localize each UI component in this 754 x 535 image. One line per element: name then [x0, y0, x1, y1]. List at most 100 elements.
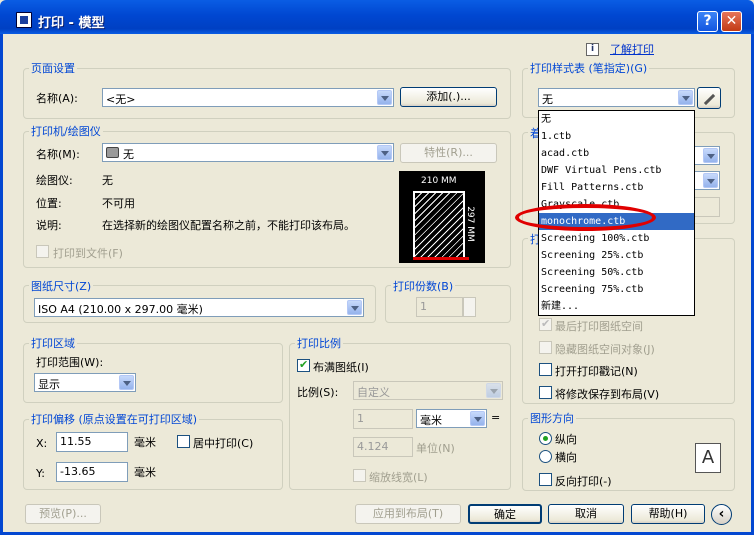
print-to-file-checkbox[interactable] [36, 245, 49, 258]
help-button[interactable]: 帮助(H) [631, 504, 705, 524]
list-item[interactable]: Screening 50%.ctb [539, 264, 694, 281]
paper-preview: 210 MM 297 MM [399, 171, 485, 263]
properties-button[interactable]: 特性(R)... [400, 143, 497, 163]
plot-scale-title: 打印比例 [295, 335, 343, 351]
chevron-down-icon[interactable] [486, 383, 501, 398]
hide-objects-checkbox[interactable] [539, 341, 552, 354]
learn-print-link[interactable]: 了解打印 [610, 41, 654, 57]
chevron-down-icon[interactable] [470, 411, 485, 426]
help-icon[interactable]: ? [697, 11, 718, 32]
plotter-value: 无 [102, 174, 113, 187]
apply-layout-button[interactable]: 应用到布局(T) [355, 504, 461, 524]
chevron-down-icon[interactable] [119, 375, 134, 390]
scale-unit-combo[interactable]: 毫米 [416, 409, 487, 428]
info-icon: i [586, 43, 599, 56]
cancel-button[interactable]: 取消 [548, 504, 624, 524]
preview-height-label: 297 MM [464, 206, 475, 242]
chevron-down-icon[interactable] [703, 148, 718, 163]
close-icon[interactable]: ✕ [721, 11, 742, 32]
center-plot-label: 居中打印(C) [193, 437, 254, 450]
chevron-down-icon[interactable] [377, 90, 392, 105]
scale-unit-value: 毫米 [420, 414, 442, 427]
scale-equals: = [491, 411, 501, 424]
landscape-label: 横向 [555, 451, 577, 464]
y-offset-input[interactable]: -13.65 [56, 462, 128, 482]
portrait-radio[interactable] [539, 432, 552, 445]
orientation-title: 图形方向 [528, 410, 576, 426]
collapse-options-button[interactable]: ‹ [711, 504, 732, 525]
last-paper-checkbox[interactable] [539, 317, 552, 331]
preview-button[interactable]: 预览(P)... [25, 504, 101, 524]
plot-stamp-checkbox[interactable] [539, 363, 552, 376]
scale-num2-input[interactable]: 4.124 [353, 437, 413, 457]
description-value: 在选择新的绘图仪配置名称之前，不能打印该布局。 [102, 219, 355, 232]
style-table-value: 无 [542, 93, 553, 106]
fit-to-paper-label: 布满图纸(I) [313, 361, 369, 374]
list-item[interactable]: acad.ctb [539, 145, 694, 162]
page-setup-title: 页面设置 [29, 60, 77, 76]
landscape-radio[interactable] [539, 450, 552, 463]
scale-num1-input[interactable]: 1 [353, 409, 413, 429]
plot-range-value: 显示 [38, 378, 60, 391]
app-icon [16, 12, 32, 28]
list-item[interactable]: Fill Patterns.ctb [539, 179, 694, 196]
edit-style-button[interactable] [697, 87, 721, 109]
plot-range-combo[interactable]: 显示 [34, 373, 136, 392]
plot-range-label: 打印范围(W): [36, 356, 104, 369]
paper-size-value: ISO A4 (210.00 x 297.00 毫米) [38, 303, 203, 316]
plotter-label: 绘图仪: [36, 174, 73, 187]
y-offset-label: Y: [36, 467, 45, 480]
page-setup-combo[interactable]: <无> [102, 88, 394, 107]
list-item[interactable]: DWF Virtual Pens.ctb [539, 162, 694, 179]
list-item[interactable]: Screening 100%.ctb [539, 230, 694, 247]
printer-name-label: 名称(M): [36, 148, 80, 161]
paper-size-combo[interactable]: ISO A4 (210.00 x 297.00 毫米) [34, 298, 364, 317]
y-offset-unit: 毫米 [134, 466, 156, 479]
preview-width-label: 210 MM [421, 176, 457, 186]
location-label: 位置: [36, 197, 62, 210]
chevron-down-icon[interactable] [703, 173, 718, 188]
copies-input[interactable]: 1 [416, 297, 463, 317]
scale-combo[interactable]: 自定义 [353, 381, 503, 400]
location-value: 不可用 [102, 197, 135, 210]
preview-margin-line [413, 257, 469, 260]
list-item[interactable]: 新建... [539, 298, 694, 315]
save-changes-label: 将修改保存到布局(V) [555, 388, 660, 401]
title-bar [0, 0, 754, 34]
list-item[interactable]: Screening 25%.ctb [539, 247, 694, 264]
preview-paper [413, 191, 465, 259]
chevron-down-icon[interactable] [377, 145, 392, 160]
reverse-print-label: 反向打印(-) [555, 475, 612, 488]
page-setup-name-label: 名称(A): [36, 92, 78, 105]
pen-icon [703, 93, 716, 106]
printer-title: 打印机/绘图仪 [29, 123, 103, 139]
plot-area-title: 打印区域 [29, 335, 77, 351]
list-item[interactable]: 1.ctb [539, 128, 694, 145]
center-plot-checkbox[interactable] [177, 435, 190, 448]
list-item[interactable]: Screening 75%.ctb [539, 281, 694, 298]
portrait-label: 纵向 [555, 433, 577, 446]
chevron-down-icon[interactable] [678, 90, 693, 105]
copies-spinner[interactable] [463, 297, 476, 317]
scale-lineweight-checkbox[interactable] [353, 469, 366, 482]
plot-offset-title: 打印偏移 (原点设置在可打印区域) [29, 411, 200, 427]
ok-button[interactable]: 确定 [468, 504, 542, 524]
print-to-file-label: 打印到文件(F) [53, 247, 123, 260]
plot-stamp-label: 打开打印戳记(N) [555, 365, 638, 378]
style-table-combo[interactable]: 无 [538, 88, 695, 107]
x-offset-input[interactable]: 11.55 [56, 432, 128, 452]
add-button[interactable]: 添加(.)... [400, 87, 497, 107]
printer-combo[interactable]: 无 [102, 143, 394, 162]
chevron-down-icon[interactable] [347, 300, 362, 315]
scale-value: 自定义 [357, 386, 390, 399]
x-offset-label: X: [36, 437, 48, 450]
fit-to-paper-checkbox[interactable] [297, 358, 310, 372]
reverse-print-checkbox[interactable] [539, 473, 552, 486]
save-changes-checkbox[interactable] [539, 386, 552, 399]
x-offset-unit: 毫米 [134, 436, 156, 449]
paper-size-title: 图纸尺寸(Z) [29, 278, 94, 294]
highlight-annotation [515, 204, 656, 231]
scale-lineweight-label: 缩放线宽(L) [369, 471, 428, 484]
orientation-preview-icon: A [695, 443, 721, 473]
list-item[interactable]: 无 [539, 111, 694, 128]
